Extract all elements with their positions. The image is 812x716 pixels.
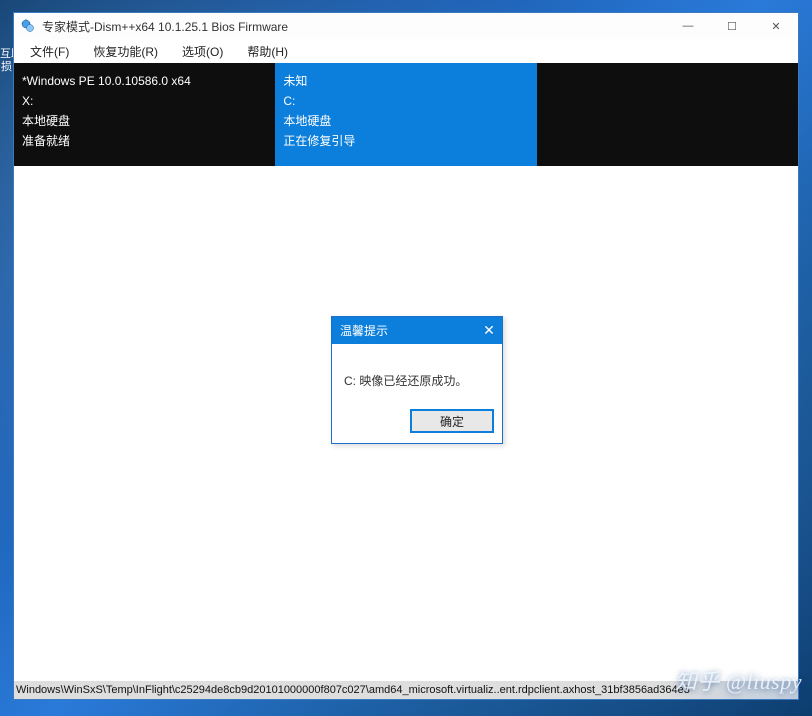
dialog-close-button[interactable]: ✕ <box>476 322 502 339</box>
dialog-titlebar[interactable]: 温馨提示 ✕ <box>332 317 502 344</box>
window-title: 专家模式-Dism++x64 10.1.25.1 Bios Firmware <box>42 18 288 35</box>
panel-os-name: *Windows PE 10.0.10586.0 x64 <box>22 71 265 91</box>
message-dialog: 温馨提示 ✕ C: 映像已经还原成功。 确定 <box>331 316 503 444</box>
panel-disk-type: 本地硬盘 <box>22 111 265 131</box>
system-panel-middle[interactable]: 未知 C: 本地硬盘 正在修复引导 <box>275 63 536 166</box>
dialog-title-text: 温馨提示 <box>340 322 388 339</box>
maximize-button[interactable]: ☐ <box>710 13 754 39</box>
titlebar[interactable]: 专家模式-Dism++x64 10.1.25.1 Bios Firmware —… <box>14 13 798 39</box>
system-panel-right[interactable] <box>537 63 798 166</box>
panel-drive: C: <box>283 91 526 111</box>
panel-drive: X: <box>22 91 265 111</box>
minimize-button[interactable]: — <box>666 13 710 39</box>
system-panels: *Windows PE 10.0.10586.0 x64 X: 本地硬盘 准备就… <box>14 63 798 166</box>
panel-status: 准备就绪 <box>22 131 265 151</box>
dialog-ok-button[interactable]: 确定 <box>410 409 494 433</box>
watermark-text: 知乎 @liuspy <box>675 664 802 696</box>
statusbar-text: Windows\WinSxS\Temp\InFlight\c25294de8cb… <box>16 684 690 696</box>
panel-os-name: 未知 <box>283 71 526 91</box>
panel-disk-type: 本地硬盘 <box>283 111 526 131</box>
close-button[interactable]: ✕ <box>754 13 798 39</box>
system-panel-left[interactable]: *Windows PE 10.0.10586.0 x64 X: 本地硬盘 准备就… <box>14 63 275 166</box>
menu-options[interactable]: 选项(O) <box>170 41 235 62</box>
menu-restore[interactable]: 恢复功能(R) <box>81 41 170 62</box>
menubar: 文件(F) 恢复功能(R) 选项(O) 帮助(H) <box>14 39 798 63</box>
desktop-fragment-text: 互助 损 <box>0 48 13 74</box>
app-icon <box>20 18 36 34</box>
menu-help[interactable]: 帮助(H) <box>235 41 300 62</box>
panel-status: 正在修复引导 <box>283 131 526 151</box>
menu-file[interactable]: 文件(F) <box>18 41 81 62</box>
dialog-message: C: 映像已经还原成功。 <box>332 344 502 407</box>
